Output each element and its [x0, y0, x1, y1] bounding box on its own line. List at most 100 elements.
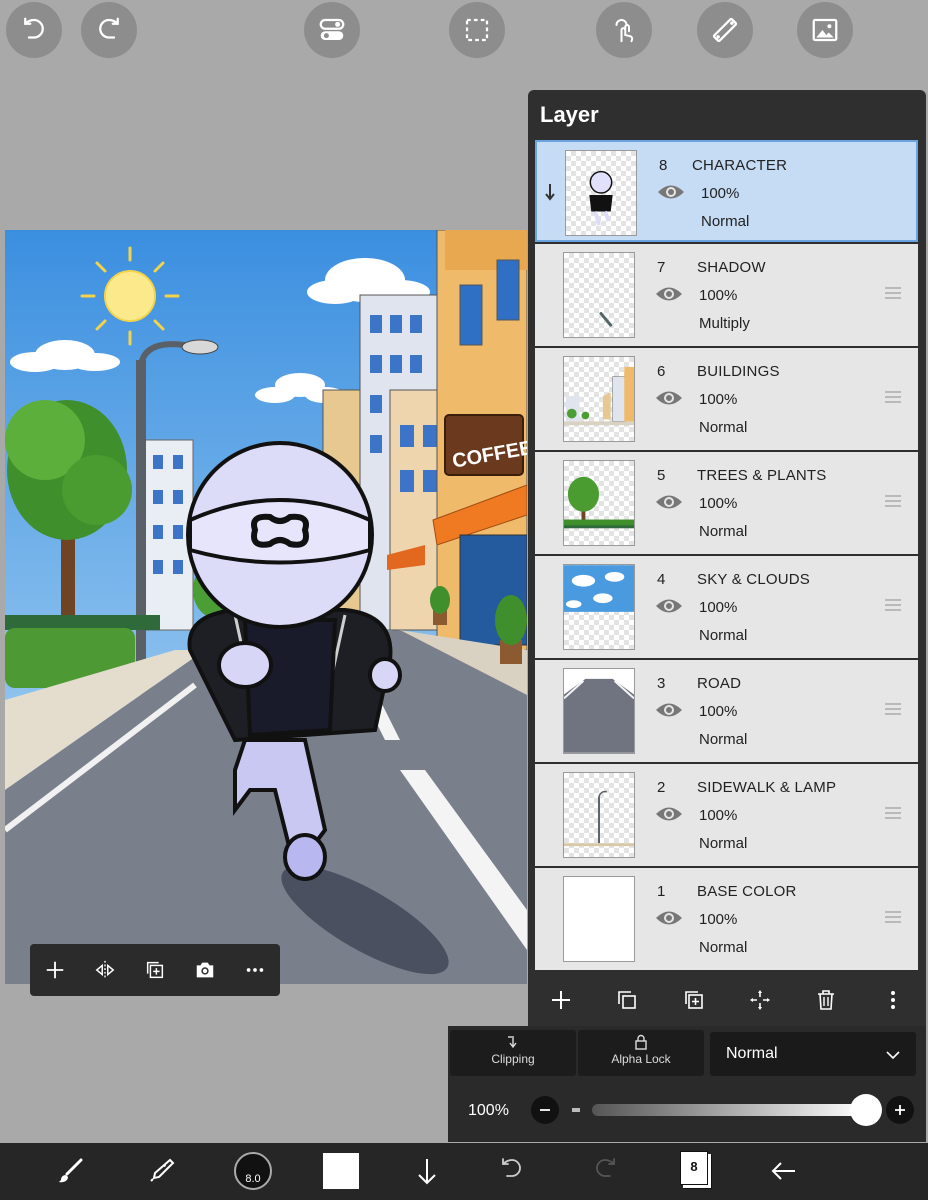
layer-number: 1 [657, 883, 666, 900]
clipping-arrow-icon [545, 184, 555, 201]
layer-number: 7 [657, 259, 666, 276]
layer-number: 4 [657, 571, 666, 588]
alpha-lock-toggle[interactable]: Alpha Lock [578, 1030, 704, 1076]
layer-thumbnail [563, 772, 635, 858]
image-button[interactable] [797, 2, 853, 58]
drag-handle-icon[interactable] [884, 494, 902, 508]
undo-bottom-button[interactable] [495, 1153, 531, 1189]
touch-icon [615, 19, 634, 43]
layer-opacity: 100% [699, 911, 738, 928]
layer-name: ROAD [697, 675, 742, 692]
add-layer-icon [552, 991, 571, 1009]
clipping-icon [508, 1036, 517, 1049]
layer-thumbnail [563, 252, 635, 338]
drawing-canvas[interactable]: COFFEE [5, 230, 527, 984]
drag-handle-icon[interactable] [884, 390, 902, 404]
layer-row-buildings[interactable]: 6 BUILDINGS 100% Normal [535, 348, 918, 450]
visibility-eye-icon[interactable] [655, 284, 683, 304]
color-swatch[interactable] [323, 1153, 359, 1189]
layer-row-road[interactable]: 3 ROAD 100% Normal [535, 660, 918, 762]
layer-row-sky-clouds[interactable]: 4 SKY & CLOUDS 100% Normal [535, 556, 918, 658]
transform-icon [750, 990, 771, 1010]
visibility-eye-icon[interactable] [655, 596, 683, 616]
opacity-increase-button[interactable] [886, 1096, 914, 1124]
layer-blend-mode: Multiply [699, 315, 750, 332]
layer-number: 5 [657, 467, 666, 484]
image-icon [812, 18, 838, 42]
add-layer-button[interactable] [543, 982, 579, 1018]
redo-icon [99, 17, 119, 39]
layer-blend-mode: Normal [699, 419, 748, 436]
layers-button[interactable]: 8 [680, 1151, 708, 1185]
slider-min-marker [572, 1108, 580, 1112]
back-button[interactable] [765, 1153, 801, 1189]
add-button[interactable] [38, 953, 72, 987]
pen-eraser-icon [150, 1158, 175, 1182]
transform-button[interactable] [742, 982, 778, 1018]
layer-name: SKY & CLOUDS [697, 571, 810, 588]
layer-row-sidewalk-lamp[interactable]: 2 SIDEWALK & LAMP 100% Normal [535, 764, 918, 866]
redo-icon [596, 1158, 615, 1177]
opacity-value-label: 100% [468, 1102, 509, 1119]
opacity-slider-thumb[interactable] [850, 1094, 882, 1126]
layer-row-base-color[interactable]: 1 BASE COLOR 100% Normal [535, 868, 918, 970]
drag-handle-icon[interactable] [884, 702, 902, 716]
camera-button[interactable] [188, 953, 222, 987]
download-button[interactable] [409, 1153, 445, 1189]
visibility-eye-icon[interactable] [655, 388, 683, 408]
clipping-toggle[interactable]: Clipping [450, 1030, 576, 1076]
brush-size-indicator[interactable]: 8.0 [234, 1152, 272, 1190]
visibility-eye-icon[interactable] [655, 804, 683, 824]
duplicate-icon [146, 961, 164, 979]
touch-button[interactable] [596, 2, 652, 58]
layer-actions-bar [528, 974, 926, 1026]
more-button[interactable] [238, 953, 272, 987]
selection-button[interactable] [449, 2, 505, 58]
duplicate-layer-button[interactable] [609, 982, 645, 1018]
opacity-slider-track[interactable] [592, 1104, 866, 1116]
duplicate-button[interactable] [138, 953, 172, 987]
toggle-settings-icon [319, 18, 345, 40]
layer-blend-mode: Normal [699, 835, 748, 852]
layer-thumbnail [563, 460, 635, 546]
blend-mode-select[interactable]: Normal [710, 1032, 916, 1076]
clipping-label: Clipping [491, 1052, 535, 1066]
ruler-button[interactable] [697, 2, 753, 58]
layer-thumbnail [563, 668, 635, 754]
visibility-eye-icon[interactable] [655, 492, 683, 512]
plus-icon [895, 1105, 905, 1115]
layer-thumbnail [563, 564, 635, 650]
flip-button[interactable] [88, 953, 122, 987]
eraser-tool-button[interactable] [143, 1153, 179, 1189]
layer-number: 6 [657, 363, 666, 380]
layer-row-trees-plants[interactable]: 5 TREES & PLANTS 100% Normal [535, 452, 918, 554]
visibility-eye-icon[interactable] [657, 182, 685, 202]
redo-bottom-button[interactable] [586, 1153, 622, 1189]
drag-handle-icon[interactable] [884, 286, 902, 300]
layer-blend-mode: Normal [701, 213, 750, 230]
layer-name: BASE COLOR [697, 883, 797, 900]
drag-handle-icon[interactable] [884, 806, 902, 820]
opacity-decrease-button[interactable] [531, 1096, 559, 1124]
layer-thumbnail [563, 356, 635, 442]
drag-handle-icon[interactable] [884, 910, 902, 924]
layer-panel-title: Layer [540, 102, 599, 127]
layer-row-character[interactable]: 8 CHARACTER 100% Normal [535, 140, 918, 242]
brush-icon [59, 1158, 83, 1183]
layer-more-button[interactable] [875, 982, 911, 1018]
undo-button[interactable] [6, 2, 62, 58]
redo-button[interactable] [81, 2, 137, 58]
drag-handle-icon[interactable] [884, 598, 902, 612]
layer-name: SIDEWALK & LAMP [697, 779, 837, 796]
brush-tool-button[interactable] [52, 1153, 88, 1189]
layer-blend-mode: Normal [699, 731, 748, 748]
settings-toggle-button[interactable] [304, 2, 360, 58]
delete-layer-button[interactable] [808, 982, 844, 1018]
layer-opacity: 100% [699, 703, 738, 720]
layer-thumbnail [565, 150, 637, 236]
blend-mode-value: Normal [726, 1045, 778, 1062]
layer-row-shadow[interactable]: 7 SHADOW 100% Multiply [535, 244, 918, 346]
visibility-eye-icon[interactable] [655, 700, 683, 720]
merge-layer-button[interactable] [676, 982, 712, 1018]
visibility-eye-icon[interactable] [655, 908, 683, 928]
